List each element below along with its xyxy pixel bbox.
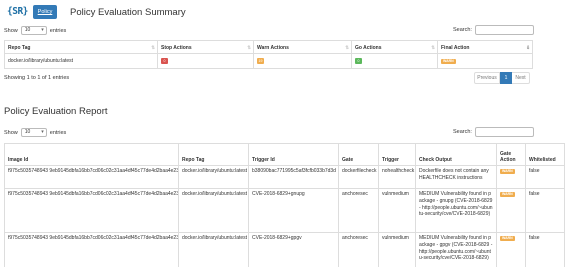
app-logo: {SR} — [7, 6, 28, 17]
search-input[interactable] — [474, 127, 534, 137]
gate-cell: anchoresec — [338, 232, 379, 267]
report-table: Image Id Repo Tag Trigger Id Gate Trigge… — [4, 143, 565, 267]
summary-pagination: Previous 1 Next — [474, 72, 530, 84]
next-page-button[interactable]: Next — [512, 72, 530, 84]
table-row: docker.io/library/ubuntu:latest 0 19 0 W… — [4, 53, 533, 69]
sort-icon: ⇅ — [151, 45, 155, 50]
gate-action-badge: WARN — [500, 236, 515, 241]
col-repo-tag[interactable]: Repo Tag — [178, 143, 249, 166]
repo-tag-cell: docker.io/library/ubuntu:latest — [178, 232, 249, 267]
repo-tag-cell: docker.io/library/ubuntu:latest — [178, 188, 249, 233]
report-search: Search: — [453, 127, 534, 137]
trigger-id-cell: CVE-2018-6829+gnupg — [248, 188, 339, 233]
col-go-actions[interactable]: Go Actions ⇅ — [351, 40, 438, 54]
summary-header-row: Repo Tag ⇅ Stop Actions ⇅ Warn Actions ⇅ Go… — [4, 40, 533, 54]
final-action-badge: WARN — [441, 58, 456, 64]
entries-label: entries — [49, 129, 67, 136]
entries-label: entries — [49, 27, 67, 34]
repo-tag-cell: docker.io/library/ubuntu:latest — [178, 165, 249, 189]
image-id-cell: f975c5035748943 9eb9145dbfa16bb7cd06c02c… — [4, 165, 179, 189]
whitelisted-cell: false — [525, 232, 565, 267]
col-gate[interactable]: Gate — [338, 143, 379, 166]
col-warn-actions[interactable]: Warn Actions ⇅ — [253, 40, 352, 54]
col-check-output[interactable]: Check Output — [415, 143, 497, 166]
warn-count-badge: 19 — [257, 57, 264, 64]
gate-cell: dockerfilecheck — [338, 165, 379, 189]
show-label: Show — [4, 27, 18, 34]
trigger-id-cell: CVE-2018-6829+gpgv — [248, 232, 339, 267]
col-stop-actions[interactable]: Stop Actions ⇅ — [157, 40, 254, 54]
col-gate-action[interactable]: Gate Action — [496, 143, 526, 166]
show-label: Show — [4, 129, 18, 136]
image-id-cell: f975c5035748943 9eb9145dbfa16bb7cd06c02c… — [4, 188, 179, 233]
previous-page-button[interactable]: Previous — [474, 72, 500, 84]
stop-count-badge: 0 — [161, 57, 168, 64]
whitelisted-cell: false — [525, 188, 565, 233]
check-output-cell: MEDIUM Vulnerability found in package - … — [415, 232, 497, 267]
trigger-id-cell: b38090bac771995c5af3fcfb033b7d3d — [248, 165, 339, 189]
table-row: f975c5035748943 9eb9145dbfa16bb7cd06c02c… — [4, 165, 565, 189]
report-title: Policy Evaluation Report — [4, 106, 108, 117]
check-output-cell: Dockerfile does not contain any HEALTHCH… — [415, 165, 497, 189]
search-input[interactable] — [474, 25, 534, 35]
gate-action-badge: WARN — [500, 169, 515, 174]
entries-select[interactable]: 10 — [20, 26, 47, 35]
repo-tag-cell: docker.io/library/ubuntu:latest — [4, 53, 158, 69]
trigger-cell: vulnmedium — [378, 188, 416, 233]
summary-search: Search: — [453, 25, 534, 35]
whitelisted-cell: false — [525, 165, 565, 189]
report-length-control: Show 10 entries — [4, 128, 66, 137]
col-trigger[interactable]: Trigger — [378, 143, 416, 166]
summary-length-control: Show 10 entries — [4, 26, 66, 35]
gate-action-badge: WARN — [500, 192, 515, 197]
trigger-cell: vulnmedium — [378, 232, 416, 267]
gate-cell: anchoresec — [338, 188, 379, 233]
col-trigger-id[interactable]: Trigger Id — [248, 143, 339, 166]
summary-info: Showing 1 to 1 of 1 entries — [4, 75, 70, 81]
table-row: f975c5035748943 9eb9145dbfa16bb7cd06c02c… — [4, 232, 565, 267]
table-row: f975c5035748943 9eb9145dbfa16bb7cd06c02c… — [4, 188, 565, 233]
check-output-cell: MEDIUM Vulnerability found in package - … — [415, 188, 497, 233]
image-id-cell: f975c5035748943 9eb9145dbfa16bb7cd06c02c… — [4, 232, 179, 267]
search-label: Search: — [453, 27, 472, 33]
summary-table: Repo Tag ⇅ Stop Actions ⇅ Warn Actions ⇅ Go… — [4, 40, 533, 69]
search-label: Search: — [453, 129, 472, 135]
policy-button[interactable]: Policy — [33, 5, 57, 19]
page-1-button[interactable]: 1 — [500, 72, 512, 84]
sort-icon: ⇅ — [345, 45, 349, 50]
col-repo-tag[interactable]: Repo Tag ⇅ — [4, 40, 158, 54]
page-title: Policy Evaluation Summary — [70, 7, 186, 18]
col-whitelisted[interactable]: Whitelisted — [525, 143, 565, 166]
entries-select[interactable]: 10 — [20, 128, 47, 137]
col-final-action[interactable]: Final Action ⇩ — [437, 40, 533, 54]
sort-desc-icon: ⇩ — [526, 45, 530, 50]
sort-icon: ⇅ — [431, 45, 435, 50]
trigger-cell: nohealthcheck — [378, 165, 416, 189]
report-header-row: Image Id Repo Tag Trigger Id Gate Trigge… — [4, 143, 565, 166]
sort-icon: ⇅ — [247, 45, 251, 50]
col-image-id[interactable]: Image Id — [4, 143, 179, 166]
go-count-badge: 0 — [355, 57, 362, 64]
